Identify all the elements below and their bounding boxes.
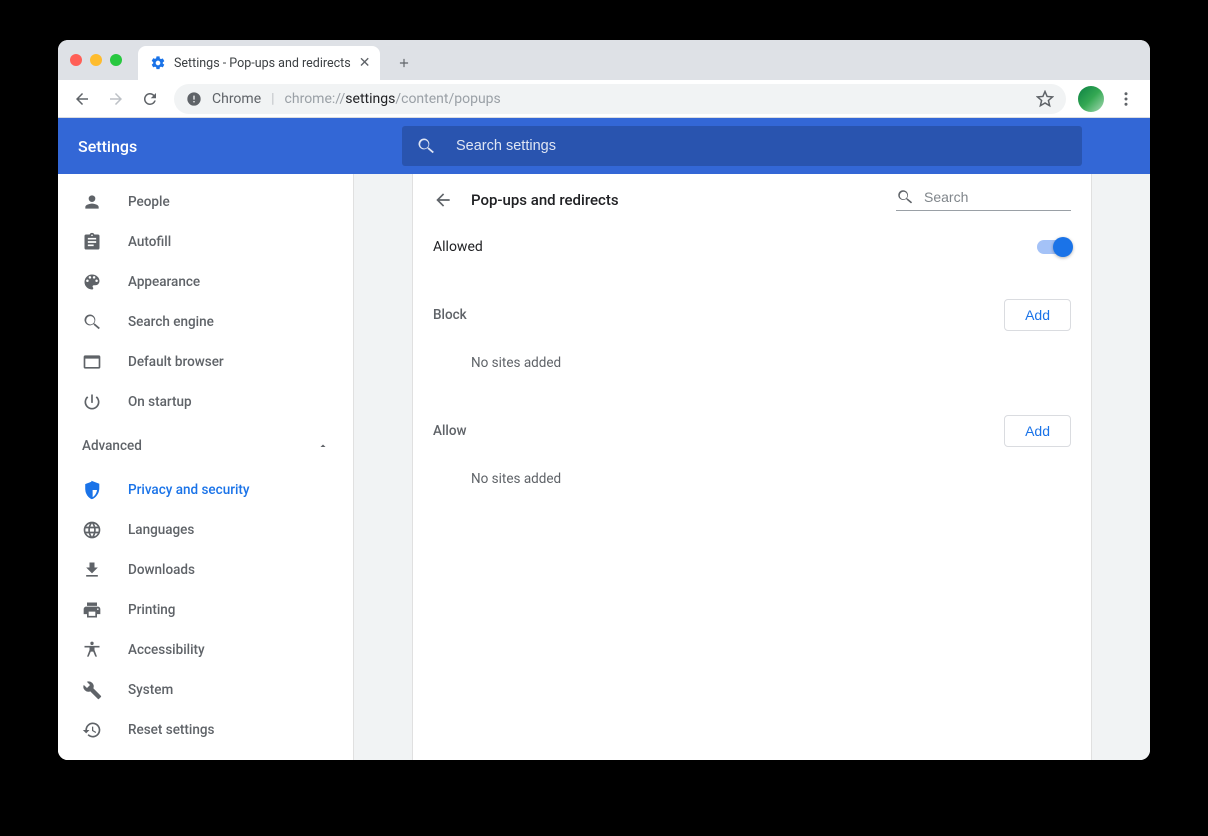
content-panel: Pop-ups and redirects Allowed B — [412, 174, 1092, 760]
shield-icon — [82, 480, 102, 500]
sidebar-item-label: Privacy and security — [128, 482, 250, 498]
wrench-icon — [82, 680, 102, 700]
profile-avatar[interactable] — [1078, 86, 1104, 112]
sidebar-item-appearance[interactable]: Appearance — [58, 262, 353, 302]
sidebar-item-label: People — [128, 194, 170, 210]
new-tab-button[interactable] — [390, 49, 418, 77]
sidebar-item-downloads[interactable]: Downloads — [58, 550, 353, 590]
sidebar-item-reset-settings[interactable]: Reset settings — [58, 710, 353, 750]
sidebar-item-label: Downloads — [128, 562, 195, 578]
block-add-button[interactable]: Add — [1004, 299, 1071, 331]
content-header: Pop-ups and redirects — [413, 174, 1091, 221]
allow-empty-text: No sites added — [413, 457, 1091, 505]
close-window-button[interactable] — [70, 54, 82, 66]
site-info-icon[interactable] — [186, 91, 202, 107]
back-arrow-button[interactable] — [433, 190, 453, 210]
header-search-input[interactable] — [454, 137, 1068, 155]
close-tab-button[interactable]: ✕ — [359, 56, 371, 70]
person-icon — [82, 192, 102, 212]
window-controls — [70, 54, 122, 66]
sidebar-item-search-engine[interactable]: Search engine — [58, 302, 353, 342]
sidebar-item-languages[interactable]: Languages — [58, 510, 353, 550]
app-title: Settings — [78, 137, 137, 156]
sidebar-item-people[interactable]: People — [58, 182, 353, 222]
sidebar-item-label: System — [128, 682, 173, 698]
forward-button[interactable] — [100, 83, 132, 115]
header-search[interactable] — [402, 126, 1082, 166]
sidebar-item-label: Reset settings — [128, 722, 214, 738]
toggle-knob — [1053, 237, 1073, 257]
allowed-row: Allowed — [413, 221, 1091, 273]
sidebar-item-label: On startup — [128, 394, 192, 410]
browser-icon — [82, 352, 102, 372]
sidebar-item-label: Accessibility — [128, 642, 205, 658]
clipboard-icon — [82, 232, 102, 252]
power-icon — [82, 392, 102, 412]
browser-toolbar: Chrome | chrome://settings/content/popup… — [58, 80, 1150, 118]
allow-label: Allow — [433, 423, 467, 439]
block-empty-text: No sites added — [413, 341, 1091, 389]
page-search-input[interactable] — [922, 188, 1107, 206]
sidebar-item-accessibility[interactable]: Accessibility — [58, 630, 353, 670]
tab-strip: Settings - Pop-ups and redirects ✕ — [58, 40, 1150, 80]
page-title: Pop-ups and redirects — [471, 191, 619, 209]
address-bar[interactable]: Chrome | chrome://settings/content/popup… — [174, 84, 1066, 114]
restore-icon — [82, 720, 102, 740]
sidebar-item-label: Languages — [128, 522, 194, 538]
globe-icon — [82, 520, 102, 540]
printer-icon — [82, 600, 102, 620]
download-icon — [82, 560, 102, 580]
omnibox-url: chrome://settings/content/popups — [285, 91, 501, 107]
browser-tab[interactable]: Settings - Pop-ups and redirects ✕ — [138, 46, 380, 80]
bookmark-star-icon[interactable] — [1036, 90, 1054, 108]
menu-button[interactable] — [1110, 83, 1142, 115]
sidebar-item-printing[interactable]: Printing — [58, 590, 353, 630]
back-button[interactable] — [66, 83, 98, 115]
sidebar-item-label: Appearance — [128, 274, 200, 290]
sidebar-item-default-browser[interactable]: Default browser — [58, 342, 353, 382]
sidebar-item-system[interactable]: System — [58, 670, 353, 710]
allowed-toggle[interactable] — [1037, 240, 1071, 254]
omnibox-host: Chrome — [212, 91, 261, 107]
page-search[interactable] — [896, 188, 1071, 211]
sidebar-item-label: Printing — [128, 602, 175, 618]
fullscreen-window-button[interactable] — [110, 54, 122, 66]
tab-title: Settings - Pop-ups and redirects — [174, 56, 351, 71]
sidebar-item-label: Default browser — [128, 354, 224, 370]
advanced-label: Advanced — [82, 438, 142, 454]
allowed-label: Allowed — [433, 239, 483, 255]
sidebar-advanced-toggle[interactable]: Advanced — [58, 422, 353, 470]
search-icon — [82, 312, 102, 332]
block-label: Block — [433, 307, 467, 323]
reload-button[interactable] — [134, 83, 166, 115]
allow-add-button[interactable]: Add — [1004, 415, 1071, 447]
block-section-header: Block Add — [413, 289, 1091, 341]
search-icon — [896, 188, 914, 206]
chevron-up-icon — [317, 440, 329, 452]
sidebar: People Autofill Appearance Search engine… — [58, 174, 354, 760]
minimize-window-button[interactable] — [90, 54, 102, 66]
palette-icon — [82, 272, 102, 292]
sidebar-item-autofill[interactable]: Autofill — [58, 222, 353, 262]
sidebar-item-label: Search engine — [128, 314, 214, 330]
gear-icon — [150, 55, 166, 71]
accessibility-icon — [82, 640, 102, 660]
sidebar-item-privacy-security[interactable]: Privacy and security — [58, 470, 353, 510]
sidebar-item-label: Autofill — [128, 234, 171, 250]
sidebar-item-on-startup[interactable]: On startup — [58, 382, 353, 422]
browser-window: Settings - Pop-ups and redirects ✕ Chrom… — [58, 40, 1150, 760]
app-body: People Autofill Appearance Search engine… — [58, 174, 1150, 760]
content-wrap: Pop-ups and redirects Allowed B — [354, 174, 1150, 760]
settings-header: Settings — [58, 118, 1150, 174]
allow-section-header: Allow Add — [413, 405, 1091, 457]
search-icon — [416, 136, 436, 156]
